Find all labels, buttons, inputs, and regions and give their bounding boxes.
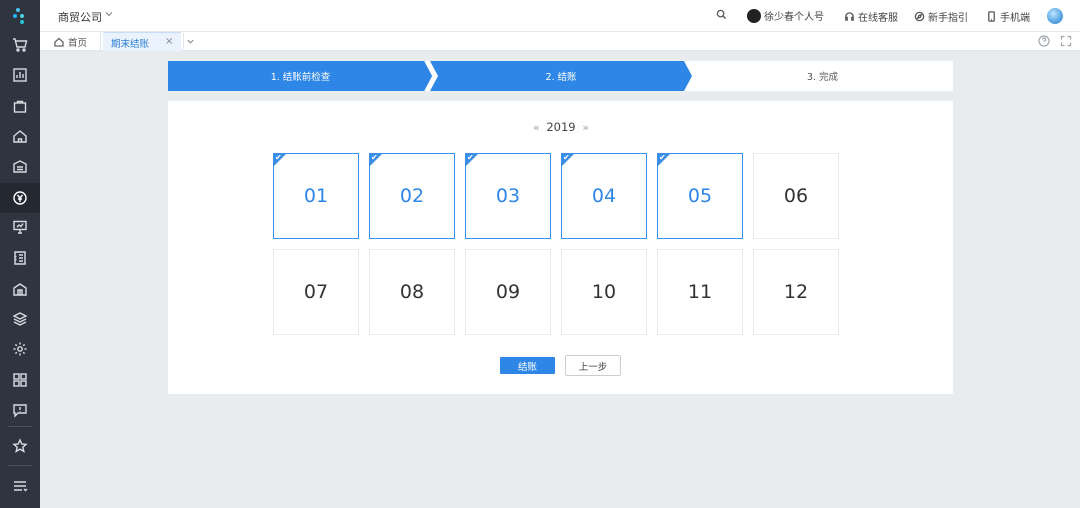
menu-icon[interactable] [0, 471, 40, 501]
next-year-icon[interactable]: » [582, 121, 589, 134]
month-label: 01 [303, 185, 329, 207]
month-label: 08 [399, 281, 425, 303]
fullscreen-icon[interactable] [1060, 35, 1072, 47]
month-label: 05 [687, 185, 713, 207]
month-label: 11 [687, 281, 713, 303]
step-progress: 1. 结账前检查 2. 结账 3. 完成 [168, 61, 953, 91]
top-header: 商贸公司 徐少春个人号 在线客服 新手指引 手机端 [40, 0, 1080, 32]
logo-icon[interactable] [0, 0, 40, 32]
apps-icon[interactable] [0, 365, 40, 395]
home-icon [54, 37, 64, 47]
tab-period-close-label: 期末结账 [111, 39, 150, 50]
month-label: 10 [591, 281, 617, 303]
layers-icon[interactable] [0, 304, 40, 334]
month-tile[interactable]: 06 [753, 153, 839, 239]
month-label: 02 [399, 185, 425, 207]
phone-icon [988, 11, 995, 22]
prev-year-icon[interactable]: « [533, 121, 540, 134]
step-complete: 3. 完成 [692, 61, 953, 91]
guide-link[interactable]: 新手指引 [914, 9, 968, 24]
month-tile[interactable]: 10 [561, 249, 647, 335]
tab-bar: 首页 期末结账 × [40, 32, 1080, 51]
check-icon: ✔ [467, 153, 474, 162]
month-label: 04 [591, 185, 617, 207]
month-tile[interactable]: 12 [753, 249, 839, 335]
check-icon: ✔ [371, 153, 378, 162]
support-link[interactable]: 在线客服 [844, 9, 898, 24]
cart-icon[interactable] [0, 30, 40, 60]
tab-home[interactable]: 首页 [54, 35, 87, 49]
month-tile[interactable]: 07 [273, 249, 359, 335]
check-icon: ✔ [659, 153, 666, 162]
month-tile[interactable]: ✔ 02 [369, 153, 455, 239]
support-label: 在线客服 [858, 13, 898, 24]
check-icon: ✔ [275, 153, 282, 162]
close-period-button[interactable]: 结账 [500, 357, 555, 374]
building-icon[interactable] [0, 274, 40, 304]
month-label: 06 [783, 185, 809, 207]
step-precheck-label: 1. 结账前检查 [270, 72, 331, 83]
chevron-down-icon [187, 39, 194, 44]
tab-period-close[interactable]: 期末结账 × [103, 32, 181, 51]
previous-step-button[interactable]: 上一步 [565, 355, 621, 376]
step-divider [424, 61, 434, 91]
step-close-label: 2. 结账 [545, 72, 577, 83]
month-tile[interactable]: ✔ 03 [465, 153, 551, 239]
presentation-icon[interactable] [0, 212, 40, 242]
tab-home-label: 首页 [68, 38, 88, 49]
month-tile[interactable]: 09 [465, 249, 551, 335]
message-icon[interactable] [0, 395, 40, 425]
chart-icon[interactable] [0, 60, 40, 90]
search-icon[interactable] [716, 9, 727, 20]
tab-list-dropdown[interactable] [183, 33, 197, 49]
tab-divider [100, 32, 101, 51]
guide-label: 新手指引 [928, 13, 968, 24]
mobile-label: 手机端 [1000, 13, 1030, 24]
step-precheck: 1. 结账前检查 [168, 61, 433, 91]
headset-icon [845, 12, 854, 21]
check-icon: ✔ [563, 153, 570, 162]
help-icon[interactable] [1038, 35, 1050, 47]
sidebar-divider [8, 426, 32, 427]
user-menu[interactable]: 徐少春个人号 [747, 8, 824, 23]
bag-icon[interactable] [0, 91, 40, 121]
user-name: 徐少春个人号 [764, 12, 824, 23]
avatar [747, 8, 761, 23]
compass-icon [914, 11, 925, 22]
month-tile[interactable]: ✔ 04 [561, 153, 647, 239]
yen-icon[interactable] [0, 183, 40, 213]
year-selector: « 2019 » [533, 120, 589, 134]
month-tile[interactable]: 08 [369, 249, 455, 335]
month-label: 03 [495, 185, 521, 207]
star-icon[interactable] [0, 431, 40, 461]
period-close-panel: « 2019 » ✔ 01 ✔ 02 ✔ 03 ✔ 04 ✔ 05 06 07 08 09 10 11 12 结… [168, 101, 953, 394]
step-close: 2. 结账 [430, 61, 692, 91]
step-complete-label: 3. 完成 [806, 72, 839, 83]
month-label: 09 [495, 281, 521, 303]
profile-avatar[interactable] [1047, 8, 1063, 24]
month-label: 07 [303, 281, 329, 303]
company-selector[interactable]: 商贸公司 [58, 9, 102, 25]
settings-icon[interactable] [0, 334, 40, 364]
month-tile[interactable]: ✔ 05 [657, 153, 743, 239]
home-icon[interactable] [0, 121, 40, 151]
year-label: 2019 [546, 120, 576, 134]
sidebar-divider [8, 465, 32, 466]
month-label: 12 [783, 281, 809, 303]
sidebar [0, 0, 40, 508]
mobile-link[interactable]: 手机端 [986, 9, 1030, 24]
month-tile[interactable]: ✔ 01 [273, 153, 359, 239]
warehouse-icon[interactable] [0, 151, 40, 181]
ticket-icon[interactable] [0, 243, 40, 273]
close-icon[interactable]: × [165, 36, 173, 47]
chevron-down-icon[interactable] [104, 9, 114, 22]
month-tile[interactable]: 11 [657, 249, 743, 335]
